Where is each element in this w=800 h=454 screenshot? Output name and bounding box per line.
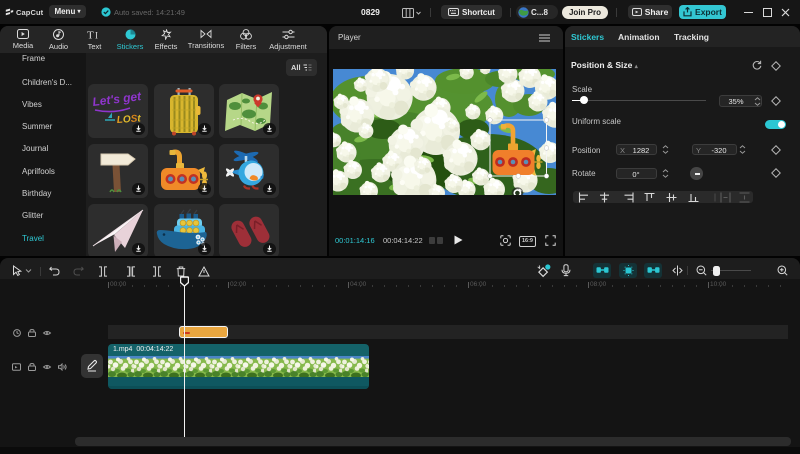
svg-text:T: T [87,30,94,41]
svg-text:Let's get: Let's get [91,89,142,109]
svg-text:I: I [95,31,98,41]
